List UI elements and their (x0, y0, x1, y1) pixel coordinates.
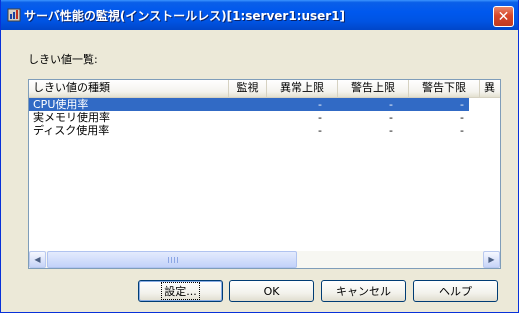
close-button[interactable]: ✕ (493, 6, 514, 27)
help-button-label: ヘルプ (439, 285, 472, 298)
monitor-value (229, 124, 267, 137)
column-header-warning-lower[interactable]: 警告下限 (409, 80, 480, 97)
warning-lower-value: - (460, 111, 464, 124)
warning-lower-value: - (460, 98, 464, 111)
ok-button-label: OK (263, 284, 280, 298)
column-header-abnormal-lower[interactable]: 異 (480, 80, 500, 97)
cancel-button-label: キャンセル (336, 285, 391, 298)
ok-button[interactable]: OK (229, 280, 314, 302)
threshold-type: 実メモリ使用率 (33, 111, 110, 124)
scroll-right-button[interactable]: ▶ (483, 251, 500, 268)
horizontal-scrollbar[interactable]: ◀ ▶ (29, 251, 500, 268)
grip-icon (168, 257, 178, 263)
warning-upper-value: - (389, 98, 393, 111)
scroll-left-button[interactable]: ◀ (29, 251, 46, 268)
title-bar[interactable]: サーバ性能の監視(インストールレス)[1:server1:user1] ✕ (1, 0, 518, 30)
help-button[interactable]: ヘルプ (413, 280, 498, 302)
app-icon (7, 8, 21, 22)
scrollbar-thumb[interactable] (47, 251, 297, 268)
threshold-type: ディスク使用率 (33, 124, 110, 137)
column-header-type[interactable]: しきい値の種類 (29, 80, 229, 97)
arrow-left-icon: ◀ (34, 255, 41, 264)
abnormal-upper-value: - (318, 111, 322, 124)
list-item[interactable]: ディスク使用率 - - - (29, 124, 500, 137)
list-item[interactable]: CPU使用率 - - - (29, 98, 500, 111)
close-icon: ✕ (497, 8, 510, 25)
settings-button[interactable]: 設定... (138, 280, 223, 302)
dialog-window: サーバ性能の監視(インストールレス)[1:server1:user1] ✕ しき… (0, 0, 519, 313)
column-header-abnormal-upper[interactable]: 異常上限 (267, 80, 338, 97)
warning-upper-value: - (389, 111, 393, 124)
monitor-value (229, 111, 267, 124)
settings-button-label: 設定... (161, 282, 200, 300)
list-header: しきい値の種類 監視 異常上限 警告上限 警告下限 異 (29, 80, 500, 98)
abnormal-upper-value: - (318, 124, 322, 137)
arrow-right-icon: ▶ (488, 255, 495, 264)
column-header-warning-upper[interactable]: 警告上限 (338, 80, 409, 97)
threshold-type: CPU使用率 (33, 98, 89, 111)
monitor-value (229, 98, 267, 111)
threshold-list[interactable]: しきい値の種類 監視 異常上限 警告上限 警告下限 異 CPU使用率 - - -… (28, 79, 501, 269)
warning-lower-value: - (460, 124, 464, 137)
list-item[interactable]: 実メモリ使用率 - - - (29, 111, 500, 124)
window-title: サーバ性能の監視(インストールレス)[1:server1:user1] (24, 9, 346, 23)
cancel-button[interactable]: キャンセル (321, 280, 406, 302)
abnormal-upper-value: - (318, 98, 322, 111)
warning-upper-value: - (389, 124, 393, 137)
column-header-monitor[interactable]: 監視 (229, 80, 267, 97)
threshold-list-label: しきい値一覧: (28, 53, 98, 66)
